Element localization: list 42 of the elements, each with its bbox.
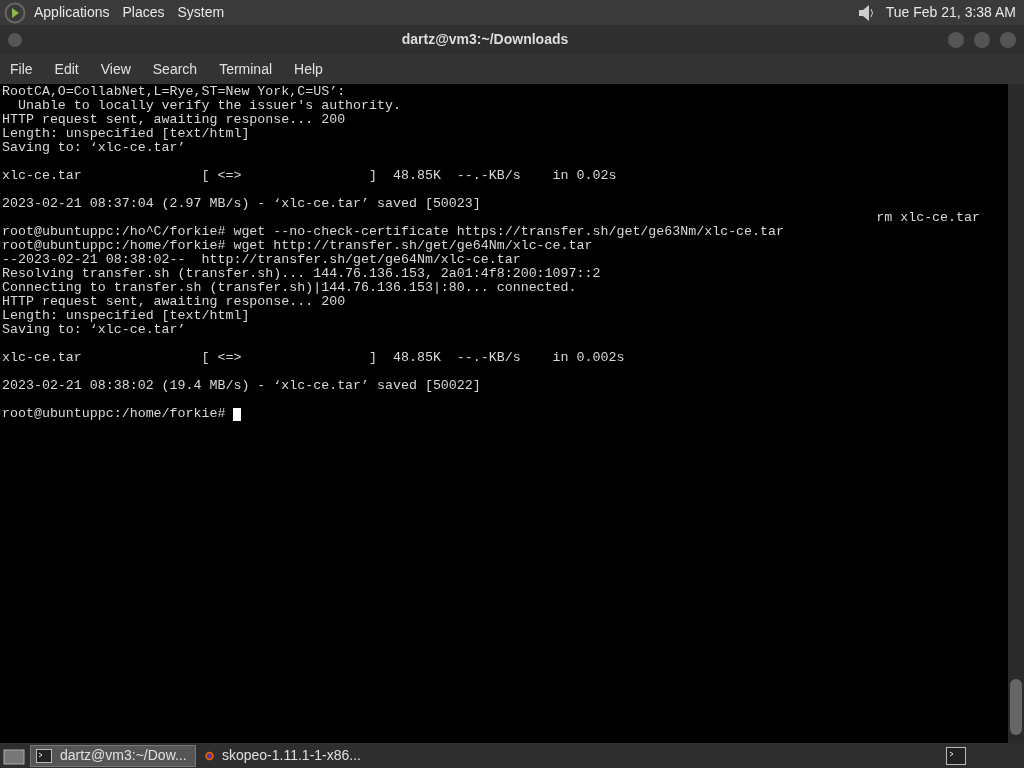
terminal-line: rm xlc-ce.tar <box>876 211 980 225</box>
minimize-button[interactable] <box>948 31 964 48</box>
terminal-line: Length: unspecified [text/html] <box>2 308 250 323</box>
terminal-line: Resolving transfer.sh (transfer.sh)... 144.76.136.153, 2a01:4f8:200:1097::2 <box>2 266 601 281</box>
close-button[interactable] <box>1000 31 1016 48</box>
terminal-line: xlc-ce.tar [ <=> ] 48.85K --.-KB/s in 0.002s <box>2 350 625 365</box>
text-cursor <box>233 407 242 421</box>
taskbar-button[interactable]: skopeo-1.11.1-1-x86... <box>200 744 366 767</box>
terminal-line: Connecting to transfer.sh (transfer.sh)|144.76.136.153|:80... connected. <box>2 280 577 295</box>
terminal-line: root@ubuntuppc:/home/forkie# wget http://transfer.sh/get/ge64Nm/xlc-ce.tar <box>2 238 593 253</box>
terminal-prompt: root@ubuntuppc:/home/forkie# <box>2 407 227 421</box>
terminal-line: xlc-ce.tar [ <=> ] 48.85K --.-KB/s in 0.02s <box>2 168 617 183</box>
terminal-line: 2023-02-21 08:38:02 (19.4 MB/s) - ‘xlc-ce.tar’ saved [50022] <box>2 378 481 393</box>
menu-item[interactable]: View <box>100 58 131 80</box>
window-menu-icon[interactable] <box>8 32 22 47</box>
taskbar-button[interactable]: dartz@vm3:~/Dow... <box>30 744 196 767</box>
menu-item[interactable]: Search <box>152 58 198 80</box>
terminal-line: Unable to locally verify the issuer's authority. <box>16 98 401 113</box>
scrollbar[interactable] <box>1008 84 1024 743</box>
menu-item[interactable]: Help <box>294 58 323 80</box>
terminal-line: root@ubuntuppc:/ho^C/forkie# wget --no-check-certificate https://transfer.sh/get/ge63Nm/xlc-ce.tar <box>2 224 784 239</box>
terminal-line: Length: unspecified [text/html] <box>2 126 250 141</box>
logo-icon <box>4 1 26 24</box>
menu-item[interactable]: Edit <box>54 58 79 80</box>
clock[interactable]: Tue Feb 21, 3:38 AM <box>885 2 1016 23</box>
terminal-line: HTTP request sent, awaiting response... 200 <box>2 294 346 309</box>
scrollbar-thumb[interactable] <box>1010 679 1022 735</box>
terminal-line: Saving to: ‘xlc-ce.tar’ <box>2 322 186 337</box>
panel-menu[interactable]: Applications <box>34 2 110 23</box>
terminal-icon[interactable] <box>946 746 966 765</box>
terminal-line: HTTP request sent, awaiting response... 200 <box>2 112 346 127</box>
terminal-icon <box>36 748 52 763</box>
window-title: dartz@vm3:~/Downloads <box>400 30 570 49</box>
panel-menu[interactable]: System <box>177 2 225 23</box>
maximize-button[interactable] <box>974 31 990 48</box>
terminal-line: 2023-02-21 08:37:04 (2.97 MB/s) - ‘xlc-ce.tar’ saved [50023] <box>2 196 481 211</box>
terminal-line: Saving to: ‘xlc-ce.tar’ <box>2 140 186 155</box>
menu-item[interactable]: File <box>10 58 33 80</box>
panel-menu[interactable]: Places <box>122 2 165 23</box>
menu-item[interactable]: Terminal <box>219 58 273 80</box>
terminal-line: --2023-02-21 08:38:02-- http://transfer.sh/get/ge64Nm/xlc-ce.tar <box>2 252 521 267</box>
terminal-line: RootCA,O=CollabNet,L=Rye,ST=New York,C=US’: <box>2 84 346 99</box>
